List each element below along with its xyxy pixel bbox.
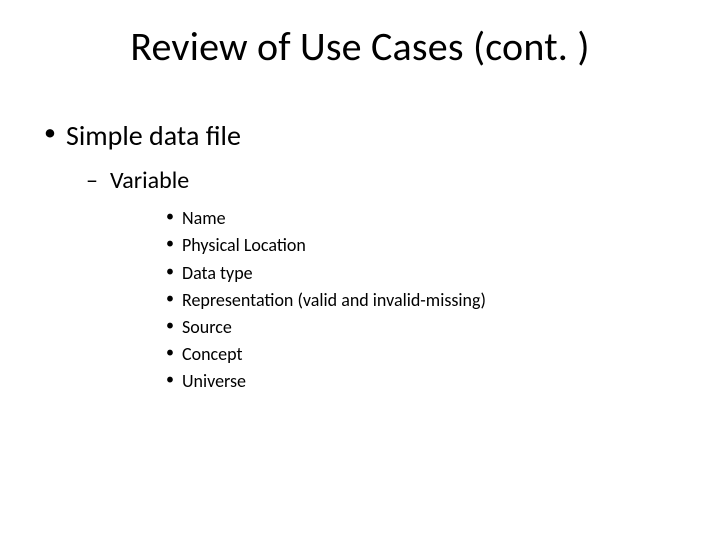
list-item: Variable Name Physical Location Data typ… (66, 165, 680, 395)
list-item: Physical Location (110, 233, 680, 258)
slide-body: Simple data file Variable Name Physical … (40, 118, 680, 405)
list-item-label: Name (182, 207, 226, 229)
list-item-label: Data type (182, 262, 253, 284)
list-item-label: Source (182, 316, 232, 338)
list-item: Representation (valid and invalid-missin… (110, 288, 680, 313)
list-item: Source (110, 315, 680, 340)
list-item-label: Simple data file (66, 118, 241, 153)
list-item: Concept (110, 342, 680, 367)
list-item-label: Concept (182, 343, 243, 365)
slide-title: Review of Use Cases (cont. ) (0, 22, 720, 71)
list-item-label: Representation (valid and invalid-missin… (182, 289, 486, 311)
list-item: Name (110, 206, 680, 231)
list-item-label: Physical Location (182, 234, 306, 256)
list-item: Simple data file Variable Name Physical … (40, 118, 680, 395)
bullet-list-lvl1: Simple data file Variable Name Physical … (40, 118, 680, 395)
list-item: Data type (110, 261, 680, 286)
bullet-list-lvl2: Variable Name Physical Location Data typ… (66, 165, 680, 395)
list-item: Universe (110, 369, 680, 394)
slide: Review of Use Cases (cont. ) Simple data… (0, 0, 720, 540)
list-item-label: Variable (110, 166, 189, 195)
bullet-list-lvl3: Name Physical Location Data type Represe… (110, 206, 680, 394)
list-item-label: Universe (182, 370, 246, 392)
